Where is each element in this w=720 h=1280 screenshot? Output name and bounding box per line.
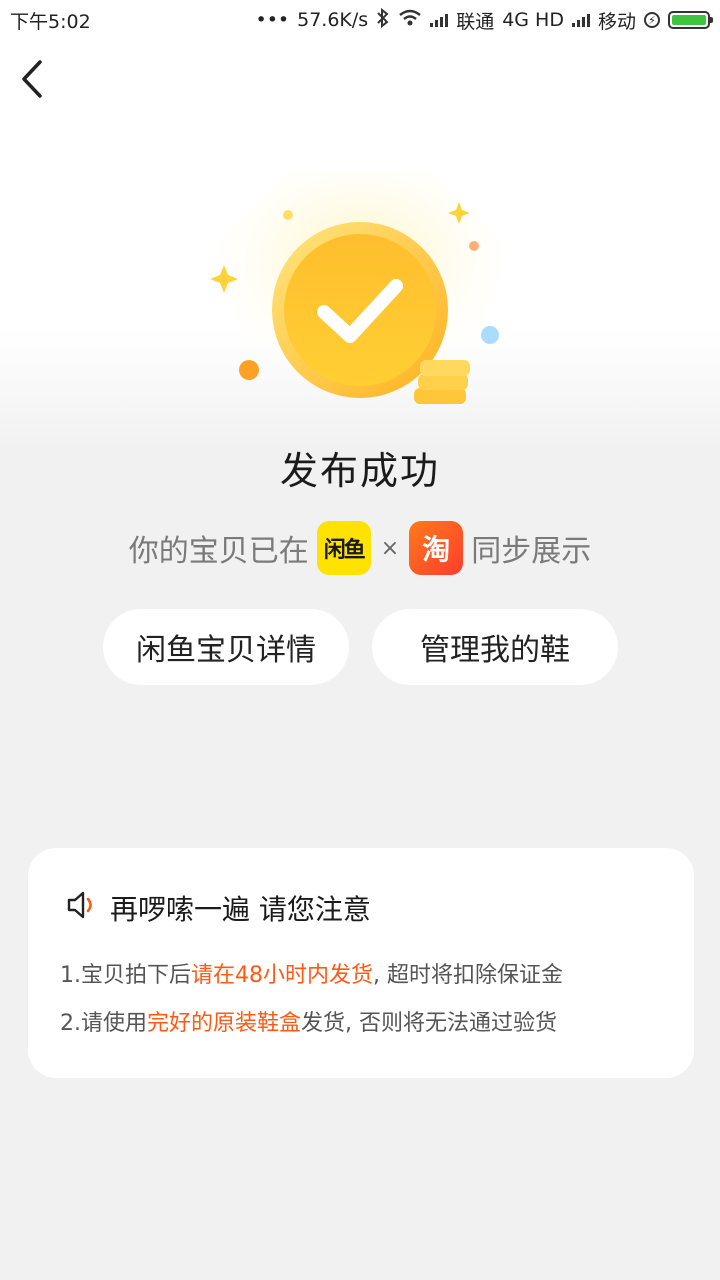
manage-shoes-button[interactable]: 管理我的鞋	[372, 609, 618, 685]
network-type: 4G HD	[502, 9, 564, 31]
sync-platforms: 你的宝贝已在 闲鱼 × 淘 同步展示	[0, 520, 720, 576]
notice-line-2-text: 2.请使用	[60, 1011, 147, 1036]
status-dots: •••	[255, 9, 290, 31]
notice-card: 再啰嗦一遍 请您注意 1.宝贝拍下后请在48小时内发货, 超时将扣除保证金 2.…	[28, 848, 694, 1078]
notice-line-2-tail: 发货, 否则将无法通过验货	[301, 1011, 558, 1036]
battery-icon	[668, 11, 713, 29]
speaker-icon	[66, 890, 98, 927]
wifi-icon	[398, 9, 422, 32]
taobao-logo-icon: 淘	[409, 521, 464, 575]
signal-icon-2	[571, 13, 590, 27]
notice-line-2-highlight: 完好的原装鞋盒	[147, 1011, 302, 1036]
page-title: 发布成功	[279, 449, 440, 493]
times-symbol: ×	[380, 535, 400, 561]
charging-icon: ⚡	[644, 12, 660, 28]
notice-line-1-highlight: 请在48小时内发货	[191, 963, 373, 988]
carrier-1: 联通	[456, 10, 495, 33]
xianyu-logo-icon: 闲鱼	[316, 521, 371, 575]
notice-line-2: 2.请使用完好的原装鞋盒发货, 否则将无法通过验货	[60, 1000, 662, 1048]
carrier-2: 移动	[597, 10, 636, 33]
network-speed: 57.6K/s	[297, 9, 369, 31]
status-right: ••• 57.6K/s 联通 4G HD 移动 ⚡	[255, 7, 713, 34]
notice-line-1-text: 1.宝贝拍下后	[60, 963, 191, 988]
notice-line-1-tail: , 超时将扣除保证金	[373, 963, 563, 988]
signal-icon-1	[430, 13, 449, 27]
status-bar: 下午5:02 ••• 57.6K/s 联通 4G HD 移动 ⚡	[0, 0, 720, 40]
notice-heading: 再啰嗦一遍 请您注意	[110, 893, 371, 926]
success-illustration	[200, 160, 520, 420]
notice-header: 再啰嗦一遍 请您注意	[66, 888, 662, 928]
sync-suffix: 同步展示	[471, 534, 592, 569]
back-button[interactable]	[14, 56, 54, 102]
bluetooth-icon	[376, 7, 390, 33]
sync-prefix: 你的宝贝已在	[128, 534, 309, 569]
xianyu-detail-button[interactable]: 闲鱼宝贝详情	[103, 609, 349, 685]
chevron-left-icon	[22, 60, 42, 98]
status-time: 下午5:02	[10, 10, 91, 33]
notice-line-1: 1.宝贝拍下后请在48小时内发货, 超时将扣除保证金	[60, 952, 662, 1000]
